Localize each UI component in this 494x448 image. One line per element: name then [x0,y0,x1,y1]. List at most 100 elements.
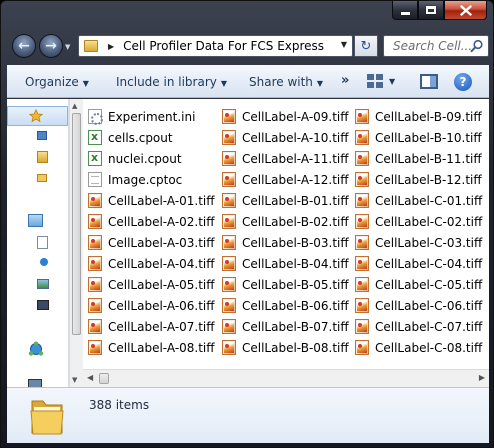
organize-button[interactable]: Organize ▼ [25,75,89,89]
excel-file-icon [88,130,102,145]
breadcrumb-separator-icon[interactable]: ▶ [108,42,114,51]
file-item[interactable]: CellLabel-B-10.tiff [355,127,482,148]
file-list-horizontal-scrollbar[interactable]: ◀ ▶ [83,369,489,387]
pictures-icon [37,279,49,289]
downloads-icon [37,151,48,163]
tiff-image-icon [355,130,369,145]
scrollbar-thumb[interactable] [99,373,109,384]
file-item[interactable]: CellLabel-B-02.tiff [222,211,349,232]
recent-pages-dropdown[interactable]: ▼ [65,43,70,51]
file-item[interactable]: CellLabel-A-05.tiff [88,274,215,295]
file-name: CellLabel-B-06.tiff [242,298,349,313]
file-item[interactable]: CellLabel-B-01.tiff [222,190,349,211]
file-item[interactable]: CellLabel-A-12.tiff [222,169,349,190]
file-name: CellLabel-A-05.tiff [108,277,215,292]
file-item[interactable]: CellLabel-B-06.tiff [222,295,349,316]
change-view-button[interactable]: ▼ [367,74,395,88]
tiff-image-icon [222,298,236,313]
file-item[interactable]: CellLabel-C-04.tiff [355,253,482,274]
back-button[interactable]: ← [12,34,36,58]
address-history-dropdown[interactable]: ▼ [341,40,347,49]
file-name: CellLabel-B-07.tiff [242,319,349,334]
file-item[interactable]: CellLabel-C-02.tiff [355,211,482,232]
preview-pane-button[interactable] [420,74,438,89]
file-item[interactable]: CellLabel-B-05.tiff [222,274,349,295]
minimize-button[interactable] [392,1,418,20]
file-item[interactable]: CellLabel-A-08.tiff [88,337,215,358]
caption-buttons [392,1,487,20]
scroll-right-icon[interactable]: ▶ [479,373,485,382]
nav-item-desktop[interactable] [7,128,68,148]
nav-item-computer[interactable] [7,378,68,387]
file-item[interactable]: CellLabel-A-03.tiff [88,232,215,253]
file-item[interactable]: CellLabel-B-09.tiff [355,106,482,127]
network-icon [28,341,44,356]
file-item[interactable]: CellLabel-C-03.tiff [355,232,482,253]
refresh-button[interactable]: ↻ [354,35,378,57]
more-commands-button[interactable]: » [341,73,349,88]
file-item[interactable]: CellLabel-C-01.tiff [355,190,482,211]
nav-item-videos[interactable] [7,297,68,317]
file-item[interactable]: CellLabel-C-08.tiff [355,337,482,358]
address-bar[interactable]: ▶ Cell Profiler Data For FCS Express ▼ [78,35,353,57]
nav-item-recent[interactable] [7,170,68,190]
scroll-down-icon[interactable]: ▼ [72,376,77,384]
file-item[interactable]: CellLabel-C-05.tiff [355,274,482,295]
file-item[interactable]: CellLabel-A-04.tiff [88,253,215,274]
file-item[interactable]: CellLabel-A-07.tiff [88,316,215,337]
forward-button[interactable]: → [39,34,63,58]
file-item[interactable]: nuclei.cpout [88,148,215,169]
nav-item-libraries[interactable] [7,213,68,233]
file-item[interactable]: CellLabel-B-11.tiff [355,148,482,169]
nav-item-music[interactable] [7,255,68,275]
help-button[interactable]: ? [454,73,472,91]
maximize-button[interactable] [418,1,444,20]
tiff-image-icon [222,319,236,334]
scroll-left-icon[interactable]: ◀ [87,373,93,382]
file-item[interactable]: CellLabel-A-06.tiff [88,295,215,316]
file-item[interactable]: CellLabel-A-02.tiff [88,211,215,232]
nav-item-downloads[interactable] [7,149,68,169]
file-item[interactable]: cells.cpout [88,127,215,148]
file-item[interactable]: CellLabel-C-07.tiff [355,316,482,337]
tiff-image-icon [88,214,102,229]
tiff-image-icon [222,151,236,166]
file-name: CellLabel-A-06.tiff [108,298,215,313]
file-name: cells.cpout [108,130,173,145]
file-item[interactable]: CellLabel-A-09.tiff [222,106,349,127]
file-item[interactable]: CellLabel-A-10.tiff [222,127,349,148]
file-item[interactable]: CellLabel-B-07.tiff [222,316,349,337]
nav-item-documents[interactable] [7,234,68,254]
close-button[interactable] [444,1,487,20]
file-item[interactable]: CellLabel-B-03.tiff [222,232,349,253]
search-box[interactable] [383,35,489,57]
recent-places-icon [37,174,47,182]
navigation-pane-scrollbar[interactable]: ▲ ▼ [69,99,83,387]
file-item[interactable]: CellLabel-C-06.tiff [355,295,482,316]
back-arrow-icon: ← [18,38,30,54]
file-item[interactable]: Experiment.ini [88,106,215,127]
share-with-button[interactable]: Share with ▼ [249,75,323,89]
breadcrumb-folder[interactable]: Cell Profiler Data For FCS Express [123,39,324,53]
file-item[interactable]: CellLabel-A-11.tiff [222,148,349,169]
nav-item-network[interactable] [7,340,68,360]
scrollbar-thumb[interactable] [72,113,81,335]
nav-item-pictures[interactable] [7,276,68,296]
details-pane: 388 items [7,387,489,443]
search-icon[interactable] [470,39,484,53]
file-item[interactable]: CellLabel-B-04.tiff [222,253,349,274]
file-item[interactable]: CellLabel-B-08.tiff [222,337,349,358]
tiff-image-icon [222,193,236,208]
search-input[interactable] [393,39,477,53]
nav-item-favorites[interactable] [7,106,68,126]
tiff-image-icon [222,109,236,124]
scroll-up-icon[interactable]: ▲ [72,102,77,110]
file-item[interactable]: Image.cptoc [88,169,215,190]
file-item[interactable]: CellLabel-B-12.tiff [355,169,482,190]
file-item[interactable]: CellLabel-A-01.tiff [88,190,215,211]
folder-icon [30,400,64,435]
tiff-image-icon [222,172,236,187]
chevron-down-icon: ▼ [316,79,324,88]
include-in-library-button[interactable]: Include in library ▼ [116,75,227,89]
file-name: CellLabel-A-04.tiff [108,256,215,271]
